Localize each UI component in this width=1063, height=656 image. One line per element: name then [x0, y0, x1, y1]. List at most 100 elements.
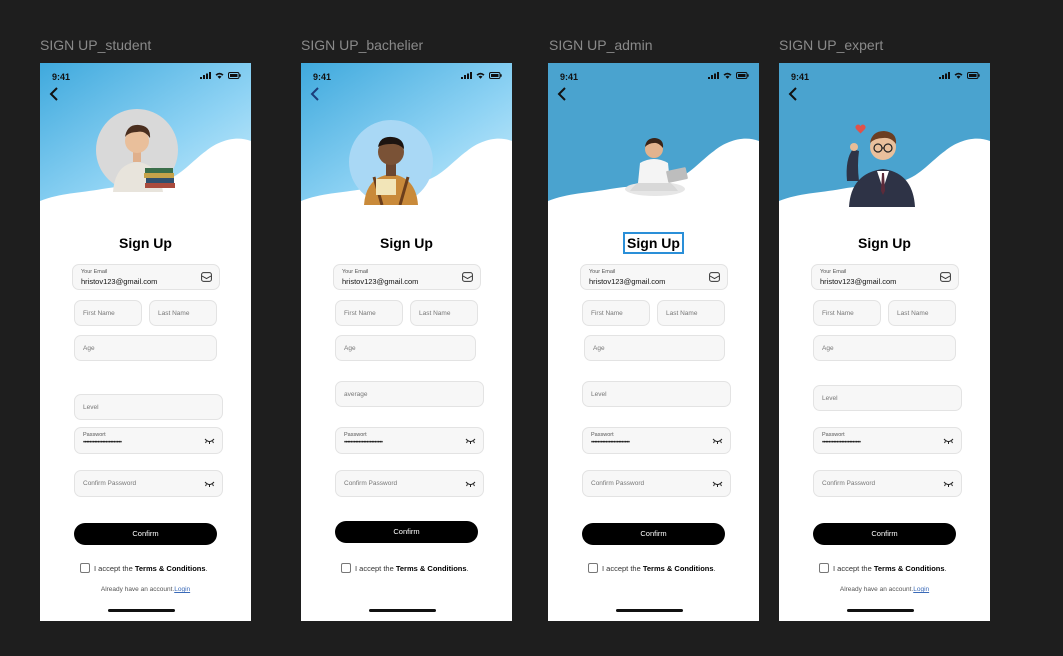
terms-link[interactable]: Terms & Conditions: [874, 564, 945, 573]
phone-frame-expert: 9:41 Sign Up Your Email hristov123@gmail…: [779, 63, 990, 621]
first-name-field[interactable]: First Name: [335, 300, 403, 326]
age-placeholder: Age: [822, 345, 834, 352]
password-label: Passwort: [83, 432, 106, 438]
confirm-password-field[interactable]: Confirm Password: [335, 470, 484, 497]
terms-checkbox[interactable]: [341, 563, 351, 573]
status-time: 9:41: [560, 72, 579, 82]
confirm-button[interactable]: Confirm: [582, 523, 725, 545]
signal-icon: [200, 72, 211, 79]
first-name-field[interactable]: First Name: [582, 300, 650, 326]
confirm-password-field[interactable]: Confirm Password: [74, 470, 223, 497]
password-label: Passwort: [822, 432, 845, 438]
last-name-field[interactable]: Last Name: [410, 300, 478, 326]
first-name-placeholder: First Name: [822, 310, 854, 317]
last-name-field[interactable]: Last Name: [657, 300, 725, 326]
email-value: hristov123@gmail.com: [820, 277, 897, 286]
confirm-password-field[interactable]: Confirm Password: [582, 470, 731, 497]
terms-checkbox[interactable]: [80, 563, 90, 573]
terms-row: I accept the Terms & Conditions.: [341, 563, 469, 573]
eye-closed-icon[interactable]: [204, 437, 215, 445]
terms-text: I accept the Terms & Conditions.: [602, 563, 716, 573]
last-name-field[interactable]: Last Name: [149, 300, 217, 326]
status-icons: [708, 72, 749, 79]
student-avatar: [96, 109, 178, 192]
age-field[interactable]: Age: [335, 335, 476, 361]
confirm-button[interactable]: Confirm: [335, 521, 478, 543]
terms-text: I accept the Terms & Conditions.: [833, 563, 947, 573]
chevron-left-icon[interactable]: [787, 87, 799, 101]
mail-icon: [462, 272, 473, 282]
mail-icon: [201, 272, 212, 282]
home-indicator: [847, 609, 914, 612]
age-field[interactable]: Age: [74, 335, 217, 361]
wifi-icon: [215, 72, 224, 79]
password-label: Passwort: [344, 432, 367, 438]
login-line: Already have an account.Login: [839, 586, 930, 593]
terms-checkbox[interactable]: [819, 563, 829, 573]
eye-closed-icon[interactable]: [943, 480, 954, 488]
heart-icon: [855, 124, 866, 134]
email-field[interactable]: Your Email hristov123@gmail.com: [72, 264, 220, 290]
eye-closed-icon[interactable]: [943, 437, 954, 445]
last-name-placeholder: Last Name: [666, 310, 698, 317]
eye-closed-icon[interactable]: [204, 480, 215, 488]
terms-link[interactable]: Terms & Conditions: [135, 564, 206, 573]
password-field[interactable]: Passwort ••••••••••••••••••••••••: [335, 427, 484, 454]
confirm-button[interactable]: Confirm: [813, 523, 956, 545]
login-link[interactable]: Login: [174, 586, 190, 593]
terms-link[interactable]: Terms & Conditions: [396, 564, 467, 573]
status-time: 9:41: [52, 72, 71, 82]
age-placeholder: Age: [593, 345, 605, 352]
confirm-password-placeholder: Confirm Password: [344, 480, 398, 487]
email-field[interactable]: Your Email hristov123@gmail.com: [811, 264, 959, 290]
battery-icon: [228, 72, 241, 79]
mail-icon: [940, 272, 951, 282]
first-name-field[interactable]: First Name: [74, 300, 142, 326]
last-name-placeholder: Last Name: [419, 310, 451, 317]
terms-row: I accept the Terms & Conditions.: [80, 563, 208, 573]
bachelier-avatar: [349, 120, 433, 205]
eye-closed-icon[interactable]: [712, 437, 723, 445]
level-field[interactable]: Level: [813, 385, 962, 411]
terms-link[interactable]: Terms & Conditions: [643, 564, 714, 573]
email-field[interactable]: Your Email hristov123@gmail.com: [333, 264, 481, 290]
password-value: ••••••••••••••••••••••••: [591, 440, 630, 446]
frame-title-student: SIGN UP_student: [40, 37, 152, 53]
chevron-left-icon[interactable]: [48, 87, 60, 101]
status-icons: [461, 72, 502, 79]
eye-closed-icon[interactable]: [465, 480, 476, 488]
level-field[interactable]: Level: [582, 381, 731, 407]
password-field[interactable]: Passwort ••••••••••••••••••••••••: [813, 427, 962, 454]
login-line: Already have an account.Login: [100, 586, 191, 593]
page-title: Sign Up: [623, 232, 684, 254]
login-link[interactable]: Login: [913, 586, 929, 593]
confirm-password-field[interactable]: Confirm Password: [813, 470, 962, 497]
wifi-icon: [476, 72, 485, 79]
status-icons: [939, 72, 980, 79]
age-field[interactable]: Age: [584, 335, 725, 361]
battery-icon: [489, 72, 502, 79]
email-label: Your Email: [820, 269, 847, 275]
first-name-field[interactable]: First Name: [813, 300, 881, 326]
confirm-button[interactable]: Confirm: [74, 523, 217, 545]
frame-title-admin: SIGN UP_admin: [549, 37, 653, 53]
email-label: Your Email: [589, 269, 616, 275]
password-value: ••••••••••••••••••••••••: [83, 440, 122, 446]
eye-closed-icon[interactable]: [465, 437, 476, 445]
email-label: Your Email: [81, 269, 108, 275]
last-name-field[interactable]: Last Name: [888, 300, 956, 326]
chevron-left-icon[interactable]: [309, 87, 321, 101]
level-field[interactable]: Level: [74, 394, 223, 420]
chevron-left-icon[interactable]: [556, 87, 568, 101]
password-field[interactable]: Passwort ••••••••••••••••••••••••: [582, 427, 731, 454]
eye-closed-icon[interactable]: [712, 480, 723, 488]
last-name-placeholder: Last Name: [897, 310, 929, 317]
terms-checkbox[interactable]: [588, 563, 598, 573]
age-field[interactable]: Age: [813, 335, 956, 361]
email-field[interactable]: Your Email hristov123@gmail.com: [580, 264, 728, 290]
password-field[interactable]: Passwort ••••••••••••••••••••••••: [74, 427, 223, 454]
page-title: Sign Up: [380, 235, 433, 251]
confirm-password-placeholder: Confirm Password: [591, 480, 645, 487]
level-field[interactable]: average: [335, 381, 484, 407]
page-title: Sign Up: [119, 235, 172, 251]
